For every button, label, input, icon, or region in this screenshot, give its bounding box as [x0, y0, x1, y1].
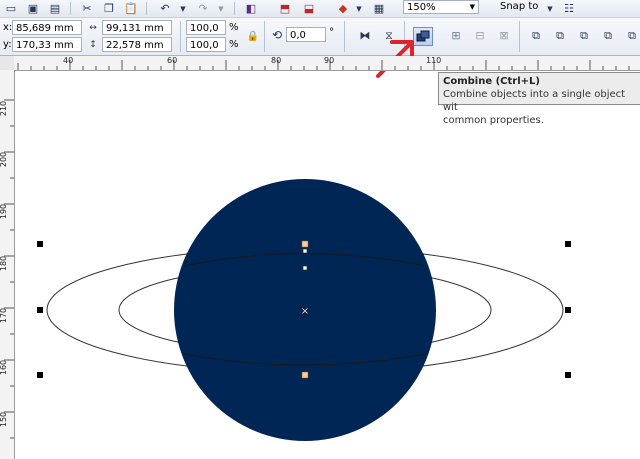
h-ruler-label: 40	[63, 56, 74, 65]
cut-icon[interactable]: ✂	[78, 1, 96, 16]
paste-icon[interactable]: 📋	[122, 1, 140, 16]
rotation-angle-value: 0,0	[290, 30, 306, 41]
x-position-field[interactable]: 85,689 mm	[12, 20, 82, 35]
standard-toolbar: ▭ ▣ ▤ ✂ ❐ 📋 ↶ ▼ ↷ ▼ ◧ ⬒ ⬓ ◆ ▼ ▦ 150% ▼ S…	[0, 0, 640, 18]
trim-icon[interactable]: ⧉	[551, 28, 569, 43]
separator	[180, 21, 181, 52]
y-label: y:	[3, 39, 12, 50]
snap-to-dropdown-icon[interactable]: ▼	[541, 1, 559, 16]
handle-top-right[interactable]	[565, 241, 571, 247]
ruler-origin[interactable]	[0, 56, 15, 71]
height-value: 22,578 mm	[106, 40, 164, 51]
intersect-icon[interactable]: ⧉	[575, 28, 593, 43]
handle-middle-right[interactable]	[565, 307, 571, 313]
v-ruler-label: 200	[0, 151, 9, 168]
node-handle-small[interactable]	[302, 265, 308, 271]
group-icon[interactable]: ⊞	[447, 28, 465, 43]
v-ruler-label: 190	[0, 203, 9, 220]
v-ruler-label: 170	[0, 307, 9, 324]
welcome-screen-icon[interactable]: ▦	[370, 1, 388, 16]
node-handle-bottom[interactable]	[301, 371, 309, 379]
tooltip-title: Combine (Ctrl+L)	[443, 76, 540, 87]
scale-y-percent: %	[229, 39, 239, 50]
x-position-value: 85,689 mm	[16, 23, 74, 34]
redo-icon[interactable]: ↷	[194, 1, 212, 16]
h-ruler-label: 90	[324, 56, 335, 65]
h-ruler-label: 60	[167, 56, 178, 65]
node-handle-top[interactable]	[301, 240, 309, 248]
center-marker-icon[interactable]: ×	[301, 306, 309, 317]
options-icon[interactable]: ☷	[560, 1, 578, 16]
front-minus-back-icon[interactable]: ⧉	[623, 28, 640, 43]
vertical-ruler[interactable]: 210 200 190 180 170 160 150	[0, 70, 15, 459]
separator	[519, 21, 520, 52]
zoom-level-value: 150%	[407, 2, 436, 13]
v-ruler-label: 210	[0, 100, 9, 117]
search-content-icon[interactable]: ◧	[242, 1, 260, 16]
v-ruler-label: 150	[0, 411, 9, 428]
lock-ratio-icon[interactable]: 🔒	[244, 29, 262, 44]
simplify-icon[interactable]: ⧉	[599, 28, 617, 43]
height-field[interactable]: 22,578 mm	[102, 37, 172, 52]
v-ruler-label: 180	[0, 255, 9, 272]
y-position-value: 170,33 mm	[16, 40, 74, 51]
copy-icon[interactable]: ❐	[100, 1, 118, 16]
ungroup-all-icon[interactable]: ⊠	[495, 28, 513, 43]
ungroup-icon[interactable]: ⊟	[471, 28, 489, 43]
height-icon: ↕	[89, 39, 97, 50]
tooltip-line-1: Combine objects into a single object wit	[443, 89, 626, 113]
drawing-canvas[interactable]: ×	[15, 71, 640, 459]
separator	[234, 2, 235, 15]
property-bar: x: 85,689 mm y: 170,33 mm ↔ 99,131 mm ↕ …	[0, 18, 640, 56]
rotation-icon: ⟲	[271, 27, 283, 42]
print-icon[interactable]: ▤	[46, 1, 64, 16]
scale-x-field[interactable]: 100,0	[186, 20, 226, 35]
snap-to-label[interactable]: Snap to	[500, 0, 538, 14]
h-ruler-label: 80	[271, 56, 282, 65]
separator	[70, 2, 71, 15]
scale-x-percent: %	[229, 22, 239, 33]
h-ruler-label: 110	[426, 56, 442, 65]
handle-bottom-left[interactable]	[37, 372, 43, 378]
v-ruler-label: 160	[0, 359, 9, 376]
node-handle-small[interactable]	[302, 248, 308, 254]
scale-x-value: 100,0	[190, 23, 219, 34]
weld-icon[interactable]: ⧉	[527, 28, 545, 43]
launcher-dropdown-icon[interactable]: ▼	[350, 1, 368, 16]
save-icon[interactable]: ▣	[24, 1, 42, 16]
y-position-field[interactable]: 170,33 mm	[12, 37, 82, 52]
export-icon[interactable]: ⬓	[300, 1, 318, 16]
undo-icon[interactable]: ↶	[156, 1, 174, 16]
width-icon: ↔	[89, 22, 97, 33]
combine-tooltip: Combine (Ctrl+L) Combine objects into a …	[438, 72, 640, 126]
import-icon[interactable]: ⬒	[276, 1, 294, 16]
x-label: x:	[3, 22, 13, 33]
redo-dropdown-icon[interactable]: ▼	[212, 1, 230, 16]
degree-symbol: °	[329, 27, 334, 38]
rotation-angle-field[interactable]: 0,0	[286, 27, 326, 42]
width-field[interactable]: 99,131 mm	[102, 20, 172, 35]
handle-middle-left[interactable]	[37, 307, 43, 313]
zoom-level-field[interactable]: 150% ▼	[403, 0, 479, 14]
separator	[264, 21, 265, 52]
undo-dropdown-icon[interactable]: ▼	[174, 1, 192, 16]
separator	[344, 21, 345, 52]
scale-y-value: 100,0	[190, 40, 219, 51]
separator	[146, 2, 147, 15]
handle-bottom-right[interactable]	[565, 372, 571, 378]
zoom-dropdown-icon[interactable]: ▼	[470, 1, 475, 14]
horizontal-ruler[interactable]: 40 60 80 90 110	[14, 56, 640, 71]
scale-y-field[interactable]: 100,0	[186, 37, 226, 52]
new-document-icon[interactable]: ▭	[2, 1, 20, 16]
width-value: 99,131 mm	[106, 23, 164, 34]
handle-top-left[interactable]	[37, 241, 43, 247]
tooltip-line-2: common properties.	[443, 115, 544, 126]
